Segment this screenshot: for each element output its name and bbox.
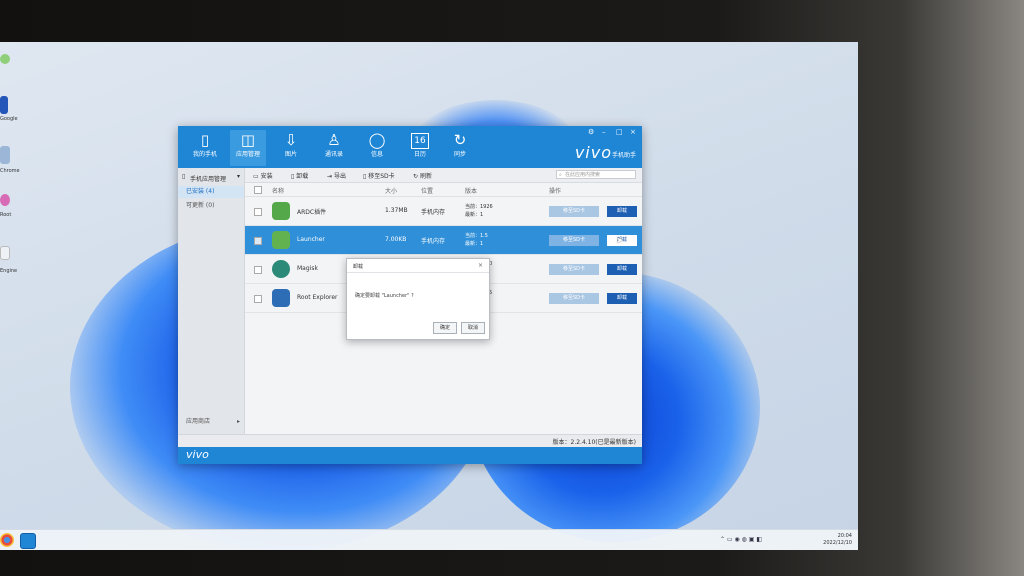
- title-bar: ▯ 我的手机 ◫ 应用管理 ⇩ 图片 ♙ 通讯录 ◯ 信息 16 日历 ↻ 同步…: [178, 126, 642, 168]
- sidebar-app-store[interactable]: 应用商店 ▸: [178, 416, 244, 428]
- maximize-button[interactable]: □: [616, 128, 623, 136]
- sidebar-item-updatable[interactable]: 可更新 (0): [178, 200, 244, 212]
- sync-icon: ↻: [453, 131, 467, 149]
- status-bar: 版本：2.2.4.10(已是最新版本): [178, 434, 642, 447]
- root-explorer-app-icon: [272, 289, 290, 307]
- move-to-sd-button[interactable]: 移至SD卡: [549, 264, 599, 275]
- dialog-close-icon[interactable]: ×: [478, 262, 483, 269]
- desktop-icon-label: Root: [0, 212, 12, 218]
- clock-date: 2022/12/10: [823, 540, 852, 546]
- uninstall-row-button[interactable]: 卸载: [607, 206, 637, 217]
- tray-icons[interactable]: ⌃ ▭ ◉ ◍ ▣ ◧: [720, 536, 762, 543]
- message-icon: ◯: [368, 131, 386, 149]
- footer-bar: vivo: [178, 447, 642, 464]
- download-arrow-icon: ⇩: [284, 131, 298, 149]
- desktop-icon-green[interactable]: [0, 54, 10, 64]
- dialog-cancel-button[interactable]: 取消: [461, 322, 485, 334]
- desktop-icon-s[interactable]: [0, 96, 8, 114]
- refresh-button[interactable]: ↻ 刷新: [413, 171, 432, 180]
- dialog-message: 确定要卸载 "Launcher" ?: [355, 293, 414, 299]
- desktop-icon-app[interactable]: [0, 146, 10, 164]
- taskbar: ⌃ ▭ ◉ ◍ ▣ ◧ 20:04 2022/12/10: [0, 529, 858, 550]
- action-toolbar: ▭ 安装 ▯ 卸载 ⇥ 导出 ▯ 移至SD卡 ↻ 刷新 ⌕ 在此应用内搜索: [245, 168, 642, 183]
- move-sd-button[interactable]: ▯ 移至SD卡: [363, 171, 395, 180]
- row-checkbox[interactable]: [254, 208, 262, 216]
- row-checkbox[interactable]: [254, 266, 262, 274]
- apps-icon: ◫: [240, 131, 256, 149]
- phone-small-icon: ▯: [182, 173, 186, 180]
- toolbar-contacts[interactable]: ♙ 通讯录: [316, 130, 352, 166]
- vivo-logo: vivo: [574, 143, 612, 162]
- phone-icon: ▯: [200, 131, 210, 149]
- settings-icon[interactable]: ⚙: [588, 128, 594, 136]
- row-checkbox[interactable]: [254, 237, 262, 245]
- close-button[interactable]: ×: [630, 128, 636, 136]
- desktop-icon-label: Google: [0, 116, 18, 122]
- arrow-right-icon: ▸: [236, 418, 240, 425]
- export-button[interactable]: ⇥ 导出: [327, 171, 346, 180]
- clock-time: 20:04: [837, 533, 852, 539]
- dropdown-arrow-icon: ▾: [237, 173, 241, 180]
- toolbar-messages[interactable]: ◯ 信息: [359, 130, 395, 166]
- brand-subtitle: 手机助手: [611, 152, 636, 159]
- uninstall-row-button[interactable]: 卸载: [607, 293, 637, 304]
- minimize-button[interactable]: –: [602, 128, 606, 136]
- toolbar-pictures[interactable]: ⇩ 图片: [273, 130, 309, 166]
- vivo-assistant-taskbar-icon[interactable]: [20, 533, 36, 549]
- contacts-icon: ♙: [327, 131, 341, 149]
- mouse-cursor-icon: ➤: [616, 236, 624, 246]
- toolbar-sync[interactable]: ↻ 同步: [442, 130, 478, 166]
- desktop-icon-pink[interactable]: [0, 194, 10, 206]
- toolbar-calendar[interactable]: 16 日历: [402, 130, 438, 166]
- row-checkbox[interactable]: [254, 295, 262, 303]
- select-all-checkbox[interactable]: [254, 186, 262, 194]
- install-button[interactable]: ▭ 安装: [253, 171, 273, 180]
- table-header: 名称 大小 位置 版本 操作: [245, 183, 642, 197]
- search-icon: ⌕: [559, 172, 562, 178]
- desktop-icon-label: Engine: [0, 268, 18, 274]
- move-to-sd-button[interactable]: 移至SD卡: [549, 235, 599, 246]
- uninstall-dialog: 卸载 × 确定要卸载 "Launcher" ? 确定 取消: [346, 258, 490, 340]
- move-to-sd-button[interactable]: 移至SD卡: [549, 206, 599, 217]
- table-row[interactable]: Launcher 7.00KB 手机内存 当前：1.5 最新：1 移至SD卡 卸…: [245, 226, 642, 255]
- toolbar-my-phone[interactable]: ▯ 我的手机: [187, 130, 223, 166]
- footer-vivo-logo: vivo: [186, 448, 209, 461]
- desktop-icon-file[interactable]: [0, 246, 10, 260]
- toolbar-app-management[interactable]: ◫ 应用管理: [230, 130, 266, 166]
- dialog-ok-button[interactable]: 确定: [433, 322, 457, 334]
- android-app-icon: [272, 231, 290, 249]
- dialog-title: 卸载: [353, 264, 364, 270]
- calendar-icon: 16: [411, 133, 429, 149]
- uninstall-row-button[interactable]: 卸载: [607, 264, 637, 275]
- sidebar-header[interactable]: ▯ 手机应用管理 ▾: [178, 172, 244, 184]
- dialog-divider: [347, 272, 489, 273]
- search-input[interactable]: ⌕ 在此应用内搜索: [556, 170, 636, 179]
- uninstall-button[interactable]: ▯ 卸载: [291, 171, 308, 180]
- android-app-icon: [272, 202, 290, 220]
- desktop-icon-label: Chrome: [0, 168, 20, 174]
- move-to-sd-button[interactable]: 移至SD卡: [549, 293, 599, 304]
- taskbar-clock[interactable]: 20:04 2022/12/10: [823, 533, 852, 547]
- chrome-icon[interactable]: [0, 533, 14, 547]
- sidebar-item-installed[interactable]: 已安装 (4): [178, 186, 244, 198]
- magisk-app-icon: [272, 260, 290, 278]
- version-status[interactable]: 版本：2.2.4.10(已是最新版本): [553, 437, 637, 446]
- table-row[interactable]: ARDC插件 1.37MB 手机内存 当前：1926 最新：1 移至SD卡 卸载: [245, 197, 642, 226]
- sidebar: ▯ 手机应用管理 ▾ 已安装 (4) 可更新 (0) 应用商店 ▸: [178, 168, 245, 434]
